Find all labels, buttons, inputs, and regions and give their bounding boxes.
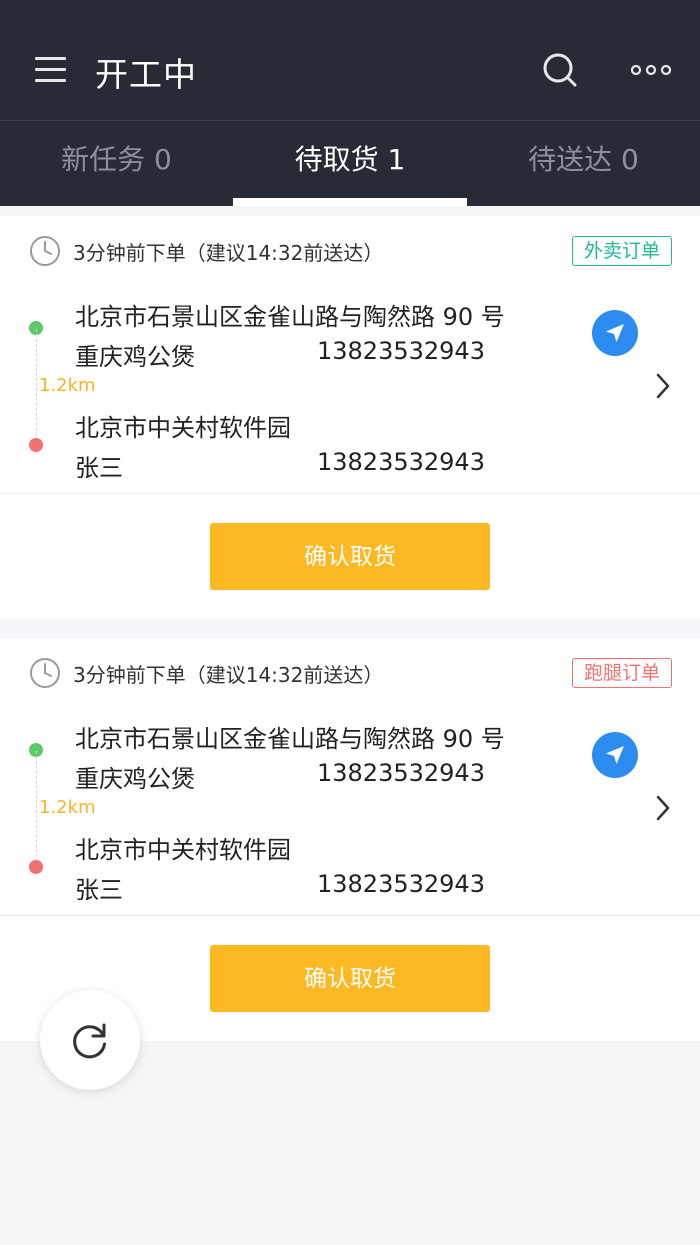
order-card: 3分钟前下单（建议14:32前送达） 跑腿订单 1.2km 北京市石景山区金雀山… [0,638,700,1041]
search-icon[interactable] [542,52,578,88]
card-divider [0,915,700,916]
more-dots-icon[interactable] [631,62,671,78]
tab-awaiting-pickup[interactable]: 待取货 1 [233,121,467,206]
navigation-arrow-icon[interactable] [592,310,638,356]
dropoff-phone[interactable]: 13823532943 [317,448,485,476]
order-type-badge: 外卖订单 [571,236,672,266]
dropoff-address: 北京市中关村软件园 [75,836,291,864]
pickup-address: 北京市石景山区金雀山路与陶然路 90 号 [75,303,505,331]
page-title: 开工中 [95,55,197,94]
tab-new-tasks[interactable]: 新任务 0 [0,121,233,206]
confirm-pickup-button[interactable]: 确认取货 [210,945,490,1012]
clock-icon [30,236,60,266]
dropoff-name: 张三 [75,876,123,904]
navigation-arrow-icon[interactable] [592,732,638,778]
pickup-phone[interactable]: 13823532943 [317,759,485,787]
dropoff-point-dot [29,438,43,452]
chevron-right-icon[interactable] [654,794,672,822]
pickup-address: 北京市石景山区金雀山路与陶然路 90 号 [75,725,505,753]
order-time-text: 3分钟前下单（建议14:32前送达） [73,663,384,687]
dropoff-name: 张三 [75,454,123,482]
route-line [36,329,37,445]
dropoff-address: 北京市中关村软件园 [75,414,291,442]
chevron-right-icon[interactable] [654,372,672,400]
route-distance: 1.2km [39,797,96,818]
refresh-icon [73,1023,106,1059]
tab-awaiting-delivery[interactable]: 待送达 0 [467,121,700,206]
status-tabs: 新任务 0 待取货 1 待送达 0 [0,120,700,206]
dropoff-phone[interactable]: 13823532943 [317,870,485,898]
pickup-name: 重庆鸡公煲 [75,765,195,793]
route-line [36,751,37,867]
order-time-text: 3分钟前下单（建议14:32前送达） [73,241,384,265]
refresh-button[interactable] [40,990,140,1090]
top-bar: 开工中 [0,0,700,120]
pickup-name: 重庆鸡公煲 [75,343,195,371]
confirm-pickup-button[interactable]: 确认取货 [210,523,490,590]
hamburger-menu-icon[interactable] [35,57,66,83]
pickup-phone[interactable]: 13823532943 [317,337,485,365]
order-type-badge: 跑腿订单 [571,658,672,688]
route-distance: 1.2km [39,375,96,396]
active-tab-indicator [233,198,467,206]
card-divider [0,493,700,494]
dropoff-point-dot [29,860,43,874]
order-card: 3分钟前下单（建议14:32前送达） 外卖订单 1.2km 北京市石景山区金雀山… [0,216,700,619]
clock-icon [30,658,60,688]
